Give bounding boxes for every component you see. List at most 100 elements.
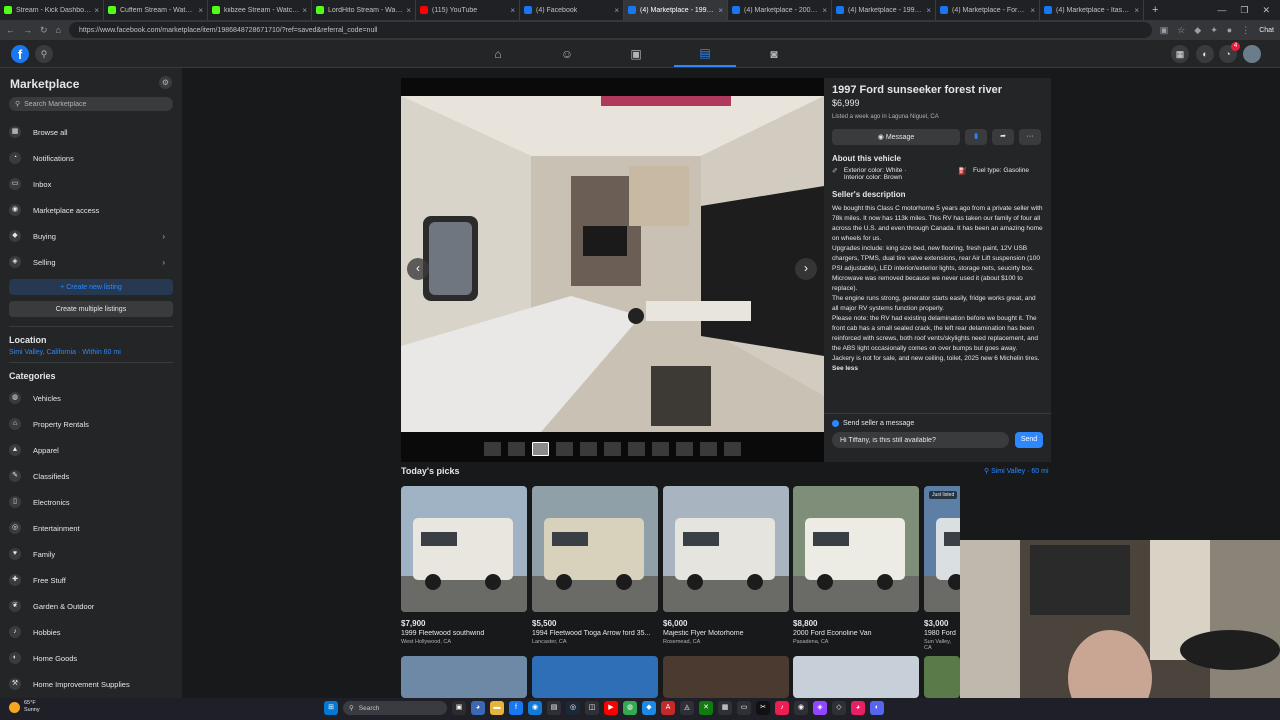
app-icon[interactable]: ◇ bbox=[832, 701, 846, 715]
pick-card-row2[interactable] bbox=[793, 656, 919, 698]
maximize-icon[interactable]: ❐ bbox=[1240, 5, 1248, 16]
pick-card[interactable]: $5,500 1994 Fleetwood Tioga Arrow ford 35… bbox=[532, 486, 658, 645]
close-tab-icon[interactable]: × bbox=[302, 6, 307, 15]
save-bookmark-icon[interactable]: ▮ bbox=[965, 129, 987, 145]
close-tab-icon[interactable]: × bbox=[822, 6, 827, 15]
photo-thumbnail[interactable] bbox=[604, 442, 621, 456]
chat-button[interactable]: Chat bbox=[1259, 27, 1274, 34]
facebook-logo-icon[interactable]: f bbox=[11, 45, 29, 63]
category-item[interactable]: ⌂ Property Rentals bbox=[9, 411, 173, 437]
share-icon[interactable]: ➦ bbox=[992, 129, 1014, 145]
photo-thumbnail[interactable] bbox=[484, 442, 501, 456]
capcut-icon[interactable]: ✂ bbox=[756, 701, 770, 715]
category-item[interactable]: ⚒ Home Improvement Supplies bbox=[9, 671, 173, 697]
profile-icon[interactable]: ● bbox=[1227, 25, 1232, 35]
previous-photo-button[interactable]: ‹ bbox=[407, 258, 429, 280]
messenger-icon[interactable]: ◐ bbox=[1196, 45, 1214, 63]
forward-icon[interactable]: → bbox=[23, 25, 32, 35]
youtube-icon[interactable]: ▶ bbox=[604, 701, 618, 715]
photo-thumbnail[interactable] bbox=[508, 442, 525, 456]
pick-card-row2[interactable] bbox=[924, 656, 960, 698]
browser-menu-icon[interactable]: ⋮ bbox=[1241, 25, 1250, 36]
close-window-icon[interactable]: ✕ bbox=[1262, 5, 1270, 16]
obs-icon[interactable]: ◉ bbox=[794, 701, 808, 715]
create-multiple-listings-button[interactable]: Create multiple listings bbox=[9, 301, 173, 317]
gear-icon[interactable]: ⚙ bbox=[159, 76, 172, 89]
close-tab-icon[interactable]: × bbox=[718, 6, 723, 15]
nav-gaming-icon[interactable]: ◙ bbox=[743, 40, 805, 67]
sidebar-item[interactable]: ▭ Inbox bbox=[9, 171, 173, 197]
more-options-icon[interactable]: ··· bbox=[1019, 129, 1041, 145]
profile-avatar[interactable] bbox=[1243, 45, 1261, 63]
nav-friends-icon[interactable]: ☺ bbox=[536, 40, 598, 67]
browser-tab[interactable]: kiibzee Stream - Watch Live× bbox=[208, 0, 312, 20]
pick-card-row2[interactable] bbox=[532, 656, 658, 698]
app-icon[interactable]: ◬ bbox=[680, 701, 694, 715]
message-input[interactable] bbox=[832, 432, 1009, 448]
pick-card[interactable]: Just listed $3,000 1980 Ford Sun Valley, CA bbox=[924, 486, 960, 651]
windows-start-icon[interactable]: ⊞ bbox=[324, 701, 338, 715]
app-icon[interactable]: ◫ bbox=[585, 701, 599, 715]
browser-tab[interactable]: (115) YouTube × bbox=[416, 0, 520, 20]
copilot-icon[interactable]: ◕ bbox=[471, 701, 485, 715]
close-tab-icon[interactable]: × bbox=[1030, 6, 1035, 15]
store-icon[interactable]: ▤ bbox=[547, 701, 561, 715]
message-button[interactable]: ◉ Message bbox=[832, 129, 960, 145]
photo-thumbnail[interactable] bbox=[532, 442, 549, 456]
close-tab-icon[interactable]: × bbox=[406, 6, 411, 15]
sidebar-item[interactable]: ◔ Notifications bbox=[9, 145, 173, 171]
next-photo-button[interactable]: › bbox=[795, 258, 817, 280]
sidebar-search[interactable]: ⚲ bbox=[9, 97, 173, 111]
extensions-puzzle-icon[interactable]: ✦ bbox=[1210, 25, 1218, 36]
category-item[interactable]: ♪ Hobbies bbox=[9, 619, 173, 645]
browser-tab[interactable]: (4) Marketplace - 2000 RV f× bbox=[728, 0, 832, 20]
sidebar-item[interactable]: ◆ Buying › bbox=[9, 223, 173, 249]
close-tab-icon[interactable]: × bbox=[510, 6, 515, 15]
pick-card-row2[interactable] bbox=[663, 656, 789, 698]
edge-icon[interactable]: ◉ bbox=[528, 701, 542, 715]
adobe-icon[interactable]: A bbox=[661, 701, 675, 715]
photo-thumbnail[interactable] bbox=[580, 442, 597, 456]
sidebar-item[interactable]: ◈ Selling › bbox=[9, 249, 173, 275]
photo-thumbnail[interactable] bbox=[556, 442, 573, 456]
browser-tab[interactable]: (4) Facebook × bbox=[520, 0, 624, 20]
browser-tab[interactable]: LordHito Stream - Watch Live× bbox=[312, 0, 416, 20]
photo-thumbnail[interactable] bbox=[700, 442, 717, 456]
picks-location-link[interactable]: ⚲ Simi Valley · 60 mi bbox=[984, 467, 1049, 475]
translate-icon[interactable]: ▣ bbox=[1160, 25, 1169, 36]
reload-icon[interactable]: ↻ bbox=[40, 25, 48, 36]
home-icon[interactable]: ⌂ bbox=[56, 25, 61, 35]
category-item[interactable]: ❦ Garden & Outdoor bbox=[9, 593, 173, 619]
extension-icon[interactable]: ◆ bbox=[1194, 25, 1201, 36]
app-icon[interactable]: ▭ bbox=[737, 701, 751, 715]
send-button[interactable]: Send bbox=[1015, 432, 1043, 448]
photo-thumbnail[interactable] bbox=[676, 442, 693, 456]
task-view-icon[interactable]: ▣ bbox=[452, 701, 466, 715]
minimize-icon[interactable]: — bbox=[1217, 5, 1226, 16]
new-tab-icon[interactable]: + bbox=[1144, 4, 1166, 16]
url-field[interactable]: https://www.facebook.com/marketplace/ite… bbox=[68, 22, 1152, 38]
close-tab-icon[interactable]: × bbox=[94, 6, 99, 15]
taskbar-search[interactable]: ⚲ Search bbox=[343, 701, 447, 715]
browser-tab[interactable]: (4) Marketplace - Itasca Mo× bbox=[1040, 0, 1144, 20]
marketplace-search-input[interactable] bbox=[24, 100, 165, 108]
category-item[interactable]: ✎ Classifieds bbox=[9, 463, 173, 489]
menu-grid-icon[interactable]: ▦ bbox=[1171, 45, 1189, 63]
chrome-icon[interactable]: ◍ bbox=[623, 701, 637, 715]
category-item[interactable]: ◎ Entertainment bbox=[9, 515, 173, 541]
category-item[interactable]: ♥ Family bbox=[9, 541, 173, 567]
weather-widget[interactable]: 65°F Sunny bbox=[9, 700, 40, 714]
browser-tab[interactable]: Cuffem Stream - Watch Live× bbox=[104, 0, 208, 20]
see-less-link[interactable]: See less bbox=[832, 365, 858, 372]
close-tab-icon[interactable]: × bbox=[198, 6, 203, 15]
pick-card[interactable]: $6,000 Majestic Flyer Motorhome Rosemead, … bbox=[663, 486, 789, 645]
discord-icon[interactable]: ◐ bbox=[870, 701, 884, 715]
pick-card[interactable]: $8,800 2000 Ford Econoline Van Pasadena, C… bbox=[793, 486, 919, 645]
close-tab-icon[interactable]: × bbox=[926, 6, 931, 15]
create-listing-button[interactable]: + Create new listing bbox=[9, 279, 173, 295]
back-icon[interactable]: ← bbox=[6, 25, 15, 35]
category-item[interactable]: ▯ Electronics bbox=[9, 489, 173, 515]
browser-tab[interactable]: (4) Marketplace - Ford Rv 3× bbox=[936, 0, 1040, 20]
app-icon[interactable]: ▦ bbox=[718, 701, 732, 715]
close-tab-icon[interactable]: × bbox=[1134, 6, 1139, 15]
